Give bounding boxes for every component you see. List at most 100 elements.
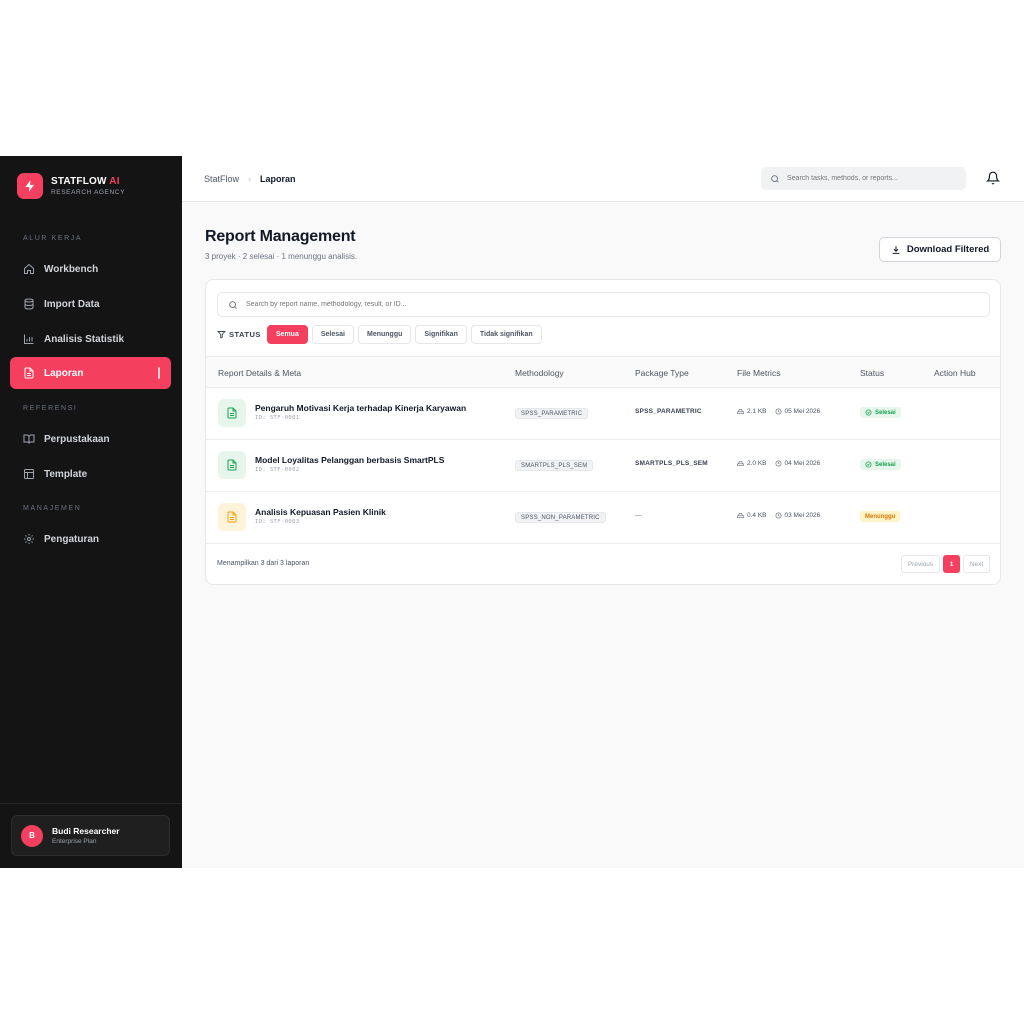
column-header[interactable]: Package Type <box>635 368 689 378</box>
book-open-icon <box>23 434 35 444</box>
page-title: Report Management <box>205 228 356 245</box>
sidebar-item-label: Laporan <box>44 367 84 379</box>
bar-chart-icon <box>24 334 34 344</box>
check-circle-icon <box>865 461 872 468</box>
sidebar-item-pengaturan[interactable]: Pengaturan <box>10 523 171 555</box>
sidebar-item-label: Import Data <box>44 298 100 310</box>
chevron-right-icon: › <box>248 174 252 184</box>
column-header: Action Hub <box>934 368 976 378</box>
layout-icon <box>24 469 34 479</box>
table-header: Report Details & Meta Methodology Packag… <box>206 356 1000 388</box>
bell-icon[interactable] <box>986 171 1000 185</box>
download-icon <box>892 245 900 254</box>
sidebar-item-laporan[interactable]: Laporan <box>10 357 171 389</box>
sidebar-item-workbench[interactable]: Workbench <box>10 253 171 285</box>
database-icon <box>24 298 34 310</box>
previous-page-button[interactable]: Previous <box>901 555 940 573</box>
report-title[interactable]: Pengaruh Motivasi Kerja terhadap Kinerja… <box>255 403 466 413</box>
report-id: ID: STF-0003 <box>255 519 300 525</box>
file-metrics: 2.1 KB 05 Mei 2026 <box>737 408 820 415</box>
report-search[interactable] <box>217 292 990 317</box>
download-filtered-button[interactable]: Download Filtered <box>879 237 1001 262</box>
app-window: STATFLOW AI RESEARCH AGENCY ALUR KERJA W… <box>0 156 1024 868</box>
table-row[interactable]: Model Loyalitas Pelanggan berbasis Smart… <box>206 440 1000 492</box>
column-header[interactable]: Methodology <box>515 368 564 378</box>
filter-chip-semua[interactable]: Semua <box>266 325 308 344</box>
report-title[interactable]: Analisis Kepuasan Pasien Klinik <box>255 507 386 517</box>
nav-section-alur-kerja: ALUR KERJA <box>23 235 83 242</box>
file-icon <box>218 399 246 427</box>
main-content: StatFlow › Laporan Report Management 3 p… <box>182 156 1024 868</box>
reports-card: STATUS Semua Selesai Menunggu Signifikan… <box>205 279 1001 585</box>
lightning-icon <box>17 173 43 199</box>
methodology-tag: SPSS_NON_PARAMETRIC <box>515 512 606 523</box>
breadcrumb-root[interactable]: StatFlow <box>204 174 239 184</box>
filter-chip-selesai[interactable]: Selesai <box>311 325 354 344</box>
topbar: StatFlow › Laporan <box>182 156 1024 202</box>
column-header[interactable]: Status <box>860 368 884 378</box>
sidebar-item-import-data[interactable]: Import Data <box>10 288 171 320</box>
sidebar-item-label: Perpustakaan <box>44 433 110 445</box>
filter-chip-menunggu[interactable]: Menunggu <box>358 325 412 344</box>
brand[interactable]: STATFLOW AI RESEARCH AGENCY <box>17 173 125 199</box>
user-plan: Enterprise Plan <box>52 838 97 845</box>
user-name: Budi Researcher <box>52 826 120 836</box>
download-filtered-label: Download Filtered <box>906 244 990 255</box>
status-filter-label: STATUS <box>217 330 261 339</box>
sidebar-item-label: Analisis Statistik <box>44 333 125 345</box>
file-metrics: 2.0 KB 04 Mei 2026 <box>737 460 820 467</box>
filter-chip-tidak-signifikan[interactable]: Tidak signifikan <box>470 325 542 344</box>
global-search[interactable] <box>761 167 966 190</box>
package-type: SMARTPLS_PLS_SEM <box>635 460 708 467</box>
column-header[interactable]: Report Details & Meta <box>218 368 301 378</box>
status-badge: Selesai <box>860 459 901 470</box>
status-badge: Selesai <box>860 407 901 418</box>
page-button-1[interactable]: 1 <box>943 555 960 573</box>
file-date: 03 Mei 2026 <box>784 512 821 519</box>
sidebar-item-analisis-statistik[interactable]: Analisis Statistik <box>10 323 171 355</box>
package-type: — <box>635 512 642 519</box>
clock-icon <box>775 512 781 519</box>
sidebar-item-label: Template <box>44 468 88 480</box>
table-row[interactable]: Analisis Kepuasan Pasien Klinik ID: STF-… <box>206 492 1000 544</box>
sidebar: STATFLOW AI RESEARCH AGENCY ALUR KERJA W… <box>0 156 182 868</box>
next-page-button[interactable]: Next <box>963 555 990 573</box>
file-icon <box>218 503 246 531</box>
breadcrumb: StatFlow › Laporan <box>204 174 296 184</box>
status-filter-row: STATUS Semua Selesai Menunggu Signifikan… <box>217 325 546 344</box>
file-text-icon <box>24 367 34 379</box>
nav-section-referensi: REFERENSI <box>23 405 78 412</box>
table-row[interactable]: Pengaruh Motivasi Kerja terhadap Kinerja… <box>206 388 1000 440</box>
file-date: 05 Mei 2026 <box>784 408 821 415</box>
methodology-tag: SPSS_PARAMETRIC <box>515 408 589 419</box>
brand-subtitle: RESEARCH AGENCY <box>51 189 126 196</box>
check-circle-icon <box>865 409 872 416</box>
clock-icon <box>775 460 781 467</box>
package-type: SPSS_PARAMETRIC <box>635 408 702 415</box>
global-search-input[interactable] <box>787 175 957 182</box>
file-metrics: 0.4 KB 03 Mei 2026 <box>737 512 820 519</box>
user-card[interactable]: B Budi Researcher Enterprise Plan <box>11 815 170 856</box>
filter-chip-signifikan[interactable]: Signifikan <box>415 325 467 344</box>
pagination-summary: Menampilkan 3 dari 3 laporan <box>217 560 310 567</box>
file-size: 2.1 KB <box>747 408 767 415</box>
report-search-input[interactable] <box>246 301 946 308</box>
sidebar-item-template[interactable]: Template <box>10 458 171 490</box>
sidebar-item-perpustakaan[interactable]: Perpustakaan <box>10 423 171 455</box>
sidebar-item-label: Workbench <box>44 263 99 275</box>
clock-icon <box>775 408 781 415</box>
file-size: 2.0 KB <box>747 460 767 467</box>
hard-drive-icon <box>737 461 744 466</box>
hard-drive-icon <box>737 409 744 414</box>
sidebar-divider <box>0 803 182 804</box>
page-subtitle: 3 proyek · 2 selesai · 1 menunggu analis… <box>205 252 358 261</box>
report-title[interactable]: Model Loyalitas Pelanggan berbasis Smart… <box>255 455 444 465</box>
column-header[interactable]: File Metrics <box>737 368 780 378</box>
file-date: 04 Mei 2026 <box>784 460 821 467</box>
report-id: ID: STF-0002 <box>255 467 300 473</box>
methodology-tag: SMARTPLS_PLS_SEM <box>515 460 594 471</box>
file-icon <box>218 451 246 479</box>
filter-icon <box>217 331 226 339</box>
brand-name: STATFLOW AI <box>51 176 120 187</box>
sidebar-item-label: Pengaturan <box>44 533 100 545</box>
